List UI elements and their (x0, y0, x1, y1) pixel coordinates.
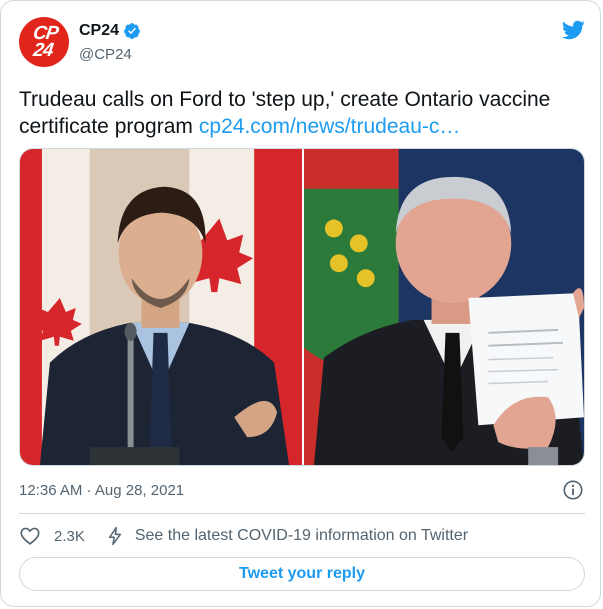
photo-ford[interactable] (304, 149, 584, 465)
covid-info-link[interactable]: See the latest COVID-19 information on T… (135, 527, 468, 545)
avatar-logo-text: CP 24 (31, 23, 59, 61)
like-count[interactable]: 2.3K (54, 528, 85, 545)
photo-trudeau-image (20, 149, 302, 465)
avatar[interactable]: CP 24 (19, 17, 69, 67)
tweet-reply-button[interactable]: Tweet your reply (19, 557, 585, 591)
handle[interactable]: @CP24 (79, 46, 132, 63)
lightning-bolt-icon (108, 526, 122, 546)
divider (19, 513, 585, 514)
tweet-timestamp[interactable]: 12:36 AM · Aug 28, 2021 (19, 482, 184, 499)
author-name-row[interactable]: CP24 (79, 22, 141, 40)
tweet-card: CP 24 CP24 @CP24 Trudeau calls on Ford to… (0, 0, 601, 607)
tweet-actions: 2.3K See the latest COVID-19 information… (19, 523, 468, 549)
display-name[interactable]: CP24 (79, 22, 119, 40)
twitter-bird-icon[interactable] (560, 18, 586, 42)
verified-badge-icon (124, 23, 140, 39)
article-link[interactable]: cp24.com/news/trudeau-c… (199, 115, 460, 138)
heart-icon[interactable] (19, 525, 41, 547)
info-icon[interactable] (562, 479, 584, 501)
photo-ford-image (304, 149, 584, 465)
tweet-media[interactable] (19, 148, 585, 466)
photo-trudeau[interactable] (20, 149, 302, 465)
tweet-text: Trudeau calls on Ford to 'step up,' crea… (19, 86, 589, 140)
